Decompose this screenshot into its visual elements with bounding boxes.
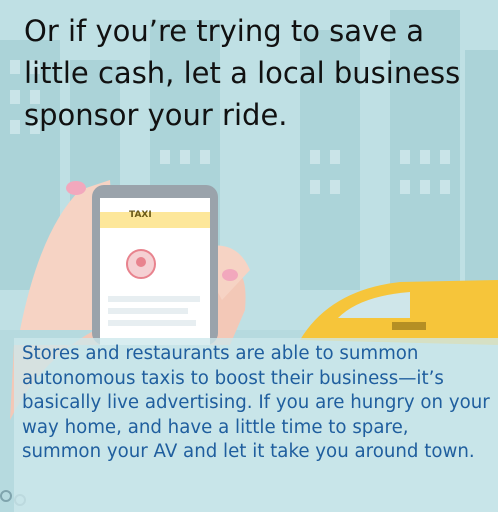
phone-illustration	[92, 185, 218, 345]
slide-canvas: Or if you’re trying to save a little cas…	[0, 0, 498, 512]
phone-taxi-label: TAXI	[129, 210, 152, 220]
caption-text: Stores and restaurants are able to summo…	[22, 343, 490, 462]
headline: Or if you’re trying to save a little cas…	[24, 14, 461, 132]
